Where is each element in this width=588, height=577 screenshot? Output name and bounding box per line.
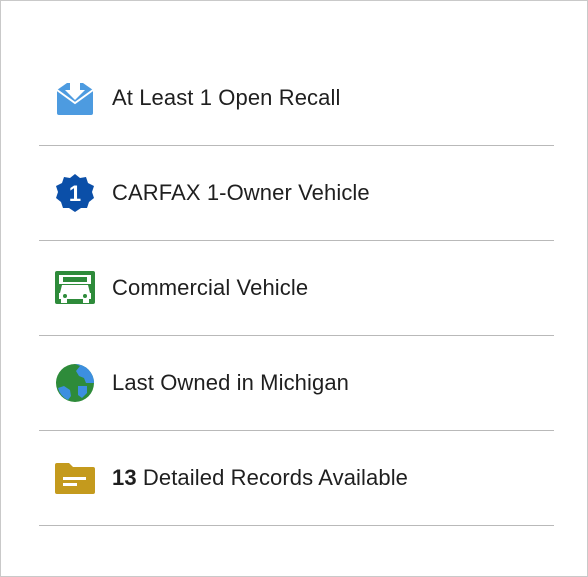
recall-label: At Least 1 Open Recall bbox=[112, 85, 341, 110]
last-owned-label: Last Owned in Michigan bbox=[112, 370, 349, 395]
commercial-truck-icon bbox=[54, 267, 96, 309]
records-count: 13 bbox=[112, 465, 137, 490]
list-item-commercial[interactable]: Commercial Vehicle bbox=[39, 241, 554, 336]
one-owner-badge-icon: 1 bbox=[54, 172, 96, 214]
list-item-detailed-records[interactable]: 13 Detailed Records Available bbox=[39, 431, 554, 526]
highlights-list: At Least 1 Open Recall 1 CARFAX 1-Owner … bbox=[39, 51, 554, 526]
folder-icon bbox=[54, 457, 96, 499]
recall-envelope-icon bbox=[54, 77, 96, 119]
records-label: 13 Detailed Records Available bbox=[112, 465, 408, 491]
vehicle-highlights-card: At Least 1 Open Recall 1 CARFAX 1-Owner … bbox=[0, 0, 588, 577]
globe-icon bbox=[54, 362, 96, 404]
list-item-one-owner[interactable]: 1 CARFAX 1-Owner Vehicle bbox=[39, 146, 554, 241]
commercial-label: Commercial Vehicle bbox=[112, 275, 309, 300]
one-owner-label: CARFAX 1-Owner Vehicle bbox=[112, 180, 370, 205]
badge-number: 1 bbox=[69, 181, 81, 206]
records-text: Detailed Records Available bbox=[142, 465, 409, 490]
list-item-open-recall[interactable]: At Least 1 Open Recall bbox=[39, 51, 554, 146]
list-item-last-owned[interactable]: Last Owned in Michigan bbox=[39, 336, 554, 431]
